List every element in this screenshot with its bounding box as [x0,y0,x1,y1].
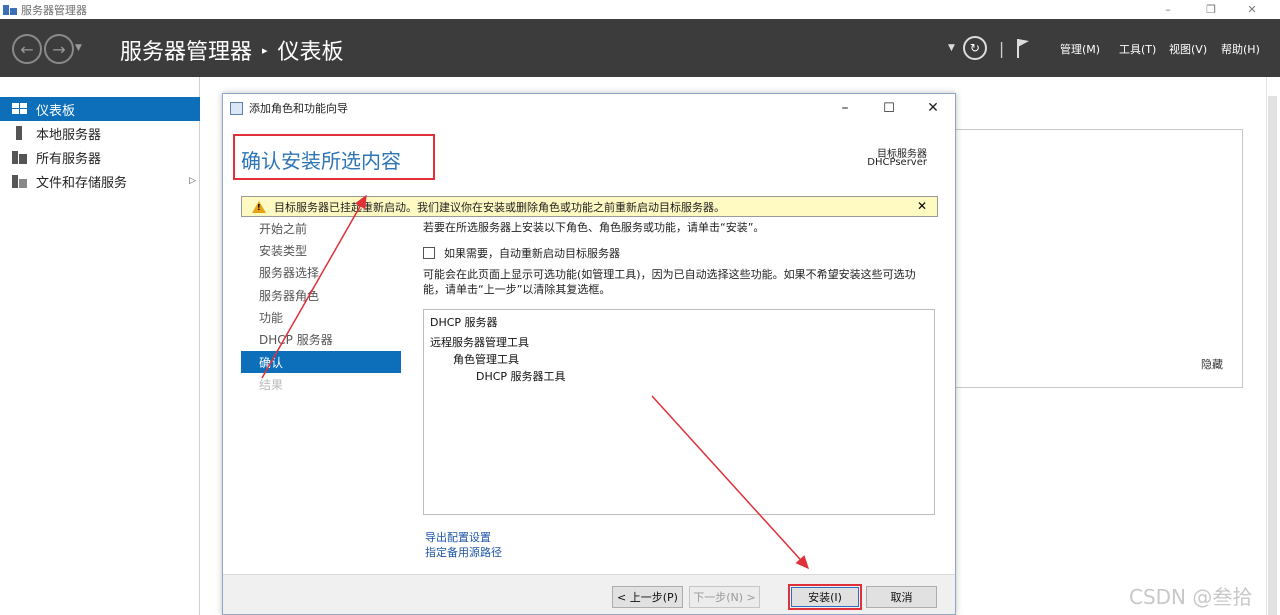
pending-restart-warning: ! 目标服务器已挂起重新启动。我们建议你在安装或删除角色或功能之前重新启动目标服… [241,196,938,217]
list-item: 角色管理工具 [453,353,519,366]
step-installation-type[interactable]: 安装类型 [241,239,401,261]
wizard-footer: < 上一步(P) 下一步(N) > 安装(I) 取消 [223,574,955,614]
window-titlebar: 服务器管理器 – ❐ ✕ [0,0,1280,19]
step-dhcp-server[interactable]: DHCP 服务器 [241,328,401,350]
warning-icon: ! [252,200,266,213]
sidebar-item-local-server[interactable]: 本地服务器 [0,121,200,145]
dashboard-icon [12,102,28,116]
sidebar-item-file-storage[interactable]: 文件和存储服务 ▷ [0,169,200,193]
header-tools: ▼ ↻ | [948,19,1030,77]
menu-tools[interactable]: 工具(T) [1119,41,1156,57]
selected-features-list[interactable]: DHCP 服务器 远程服务器管理工具 角色管理工具 DHCP 服务器工具 [423,309,935,515]
wizard-title: 添加角色和功能向导 [249,102,348,115]
sidebar: 仪表板 本地服务器 所有服务器 文件和存储服务 ▷ [0,77,200,615]
flag-icon[interactable] [1016,38,1030,58]
step-server-selection[interactable]: 服务器选择 [241,261,401,283]
restart-option[interactable]: 如果需要，自动重新启动目标服务器 [423,245,620,261]
server-manager-app-icon [3,4,17,16]
history-dropdown-icon[interactable]: ▼ [75,43,82,53]
close-warning-icon[interactable]: ✕ [917,199,927,213]
restart-checkbox-label[interactable]: 如果需要，自动重新启动目标服务器 [444,245,620,261]
warning-text: 目标服务器已挂起重新启动。我们建议你在安装或删除角色或功能之前重新启动目标服务器… [274,200,725,214]
watermark: CSDN @叁拾 [1129,585,1253,609]
step-before-you-begin[interactable]: 开始之前 [241,217,401,239]
back-arrow-icon: ← [20,39,34,59]
hide-link[interactable]: 隐藏 [1201,356,1223,372]
sidebar-item-label: 仪表板 [36,103,76,119]
forward-arrow-icon: → [52,39,66,59]
divider: | [998,38,1005,58]
add-roles-wizard-dialog: 添加角色和功能向导 – ☐ ✕ 确认安装所选内容 目标服务器 DHCPserve… [222,93,956,615]
forward-button[interactable]: → [44,34,74,64]
menu-manage[interactable]: 管理(M) [1060,41,1100,57]
sidebar-item-label: 本地服务器 [36,127,102,143]
menu-view[interactable]: 视图(V) [1169,41,1207,57]
alternate-source-link[interactable]: 指定备用源路径 [425,544,502,560]
sidebar-item-label: 所有服务器 [36,151,102,167]
note-line: 能，请单击“上一步”以清除其复选框。 [423,283,611,296]
install-button[interactable]: 安装(I) [791,587,859,607]
back-button[interactable]: ← [12,34,42,64]
note-line: 可能会在此页面上显示可选功能(如管理工具)，因为已自动选择这些功能。如果不希望安… [423,268,916,281]
wizard-close-button[interactable]: ✕ [911,94,955,122]
breadcrumb-current: 仪表板 [277,40,344,65]
menu-help[interactable]: 帮助(H) [1221,41,1260,57]
export-config-link[interactable]: 导出配置设置 [425,529,491,545]
breadcrumb-separator-icon: ▸ [262,43,268,57]
list-item: 远程服务器管理工具 [430,336,529,349]
wizard-titlebar: 添加角色和功能向导 – ☐ ✕ [223,94,955,122]
target-server-value: DHCPserver [867,157,927,168]
wizard-page-heading: 确认安装所选内容 [241,149,401,173]
previous-button[interactable]: < 上一步(P) [612,586,683,608]
step-confirmation[interactable]: 确认 [241,351,401,373]
expand-arrow-icon[interactable]: ▷ [189,176,196,186]
optional-features-note: 可能会在此页面上显示可选功能(如管理工具)，因为已自动选择这些功能。如果不希望安… [423,267,938,297]
sidebar-item-dashboard[interactable]: 仪表板 [0,97,200,121]
restart-checkbox[interactable] [423,247,435,259]
cancel-button[interactable]: 取消 [866,586,937,608]
notifications-dropdown-icon[interactable]: ▼ [948,43,955,53]
wizard-maximize-button[interactable]: ☐ [867,94,911,122]
storage-icon [12,174,28,188]
breadcrumb: 服务器管理器 ▸ 仪表板 [120,34,344,66]
list-item: DHCP 服务器 [430,316,498,329]
next-button: 下一步(N) > [689,586,760,608]
scrollbar-thumb[interactable] [1268,96,1277,615]
breadcrumb-root[interactable]: 服务器管理器 [120,34,252,66]
servers-icon [12,150,28,164]
wizard-minimize-button[interactable]: – [823,94,867,122]
dashboard-welcome-panel [940,129,1243,388]
minimize-button[interactable]: – [1148,0,1188,19]
server-icon [12,126,28,140]
refresh-icon[interactable]: ↻ [962,36,987,60]
step-features[interactable]: 功能 [241,306,401,328]
sidebar-item-all-servers[interactable]: 所有服务器 [0,145,200,169]
app-header: ← → ▼ 服务器管理器 ▸ 仪表板 ▼ ↻ | 管理(M) 工具(T) 视图(… [0,19,1280,77]
window-title: 服务器管理器 [21,3,87,17]
list-item: DHCP 服务器工具 [476,370,566,383]
step-results: 结果 [259,377,284,392]
maximize-button[interactable]: ❐ [1191,0,1231,19]
confirmation-intro: 若要在所选服务器上安装以下角色、角色服务或功能，请单击“安装”。 [423,221,765,234]
wizard-icon [230,101,243,115]
step-server-roles[interactable]: 服务器角色 [241,284,401,306]
close-window-button[interactable]: ✕ [1232,0,1272,19]
sidebar-item-label: 文件和存储服务 [36,175,128,191]
